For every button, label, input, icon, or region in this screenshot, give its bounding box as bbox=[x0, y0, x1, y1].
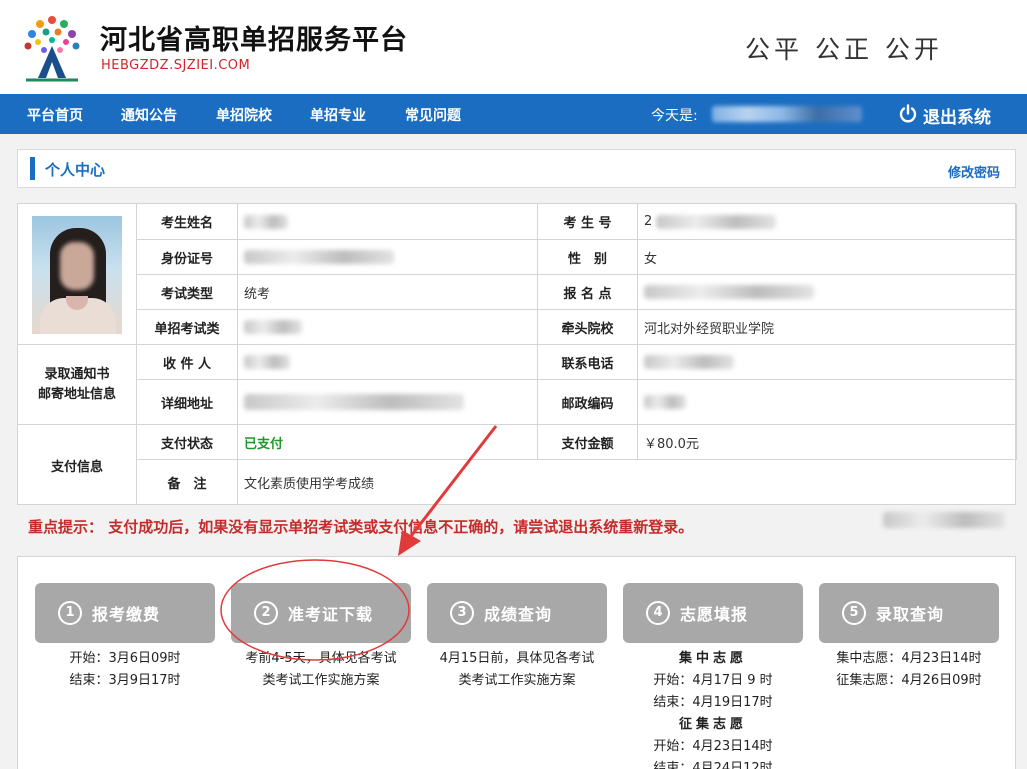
step-number-badge: 3 bbox=[450, 601, 474, 625]
step-label: 报考缴费 bbox=[92, 605, 161, 624]
process-steps-panel: 1 报考缴费 2 准考证下载 3 成绩查询 4 志愿填报 5 录取查询 开始：3… bbox=[17, 556, 1016, 769]
step-label: 准考证下载 bbox=[288, 605, 374, 624]
gender-value: 女 bbox=[638, 240, 1017, 275]
candidate-info-table: 考生姓名 考 生 号 2 身份证号 性 别 女 考试类型 统考 报 名 点 单招… bbox=[17, 203, 1017, 505]
nav-item-home[interactable]: 平台首页 bbox=[27, 105, 83, 125]
step-admission-ticket-button[interactable]: 2 准考证下载 bbox=[231, 583, 411, 643]
section-accent-bar bbox=[30, 157, 35, 180]
exam-type-label: 考试类型 bbox=[137, 275, 238, 310]
name-label: 考生姓名 bbox=[137, 204, 238, 240]
personal-center-title: 个人中心 bbox=[45, 161, 106, 179]
exam-category-label: 单招考试类 bbox=[137, 310, 238, 345]
remark-value: 文化素质使用学考成绩 bbox=[244, 477, 375, 492]
today-date-redacted bbox=[712, 106, 862, 122]
step-3-schedule: 4月15日前，具体见各考试 类考试工作实施方案 bbox=[439, 651, 595, 688]
step-5-schedule: 集中志愿：4月23日14时 征集志愿：4月26日09时 bbox=[836, 651, 982, 688]
step-label: 成绩查询 bbox=[484, 605, 553, 624]
step-label: 录取查询 bbox=[876, 605, 945, 624]
name-value bbox=[238, 204, 538, 240]
site-slogan: 公平 公正 公开 bbox=[745, 35, 943, 64]
exam-category-value bbox=[238, 310, 538, 345]
phone-label: 联系电话 bbox=[538, 345, 638, 380]
exam-type-value: 统考 bbox=[238, 275, 538, 310]
nav-item-faq[interactable]: 常见问题 bbox=[405, 105, 461, 125]
important-notice: 重点提示： 支付成功后，如果没有显示单招考试类或支付信息不正确的，请尝试退出系统… bbox=[28, 518, 694, 536]
nav-item-majors[interactable]: 单招专业 bbox=[310, 105, 366, 125]
step-number-badge: 1 bbox=[58, 601, 82, 625]
site-logo-icon bbox=[24, 16, 80, 82]
main-nav: 平台首页 通知公告 单招院校 单招专业 常见问题 今天是: 退出系统 bbox=[0, 94, 1027, 134]
step-number-badge: 4 bbox=[646, 601, 670, 625]
payment-section-label: 支付信息 bbox=[18, 425, 137, 505]
step-4-schedule: 集中志愿 开始：4月17日 9 时 结束：4月19日17时 征集志愿 开始：4月… bbox=[653, 651, 773, 769]
step-admission-query-button[interactable]: 5 录取查询 bbox=[819, 583, 999, 643]
change-password-link[interactable]: 修改密码 bbox=[948, 162, 1000, 181]
lead-college-label: 牵头院校 bbox=[538, 310, 638, 345]
step-score-query-button[interactable]: 3 成绩查询 bbox=[427, 583, 607, 643]
exam-number-value: 2 bbox=[638, 204, 1017, 240]
recipient-value bbox=[238, 345, 538, 380]
step-register-pay-button[interactable]: 1 报考缴费 bbox=[35, 583, 215, 643]
address-label: 详细地址 bbox=[137, 380, 238, 425]
photo-cell bbox=[18, 204, 137, 345]
site-title: 河北省高职单招服务平台 bbox=[100, 25, 408, 56]
nav-item-notices[interactable]: 通知公告 bbox=[121, 105, 177, 125]
lead-college-value: 河北对外经贸职业学院 bbox=[638, 310, 1017, 345]
nav-item-colleges[interactable]: 单招院校 bbox=[216, 105, 272, 125]
step-number-badge: 2 bbox=[254, 601, 278, 625]
logout-label: 退出系统 bbox=[923, 108, 991, 128]
watermark-redacted bbox=[883, 512, 1005, 528]
payment-status-value: 已支付 bbox=[238, 425, 538, 460]
step-volunteer-fill-button[interactable]: 4 志愿填报 bbox=[623, 583, 803, 643]
id-number-value bbox=[238, 240, 538, 275]
phone-value bbox=[638, 345, 1017, 380]
mail-address-section-label: 录取通知书 邮寄地址信息 bbox=[18, 345, 137, 425]
candidate-photo bbox=[32, 216, 122, 334]
payment-amount-label: 支付金额 bbox=[538, 425, 638, 460]
exam-number-label: 考 生 号 bbox=[538, 204, 638, 240]
power-icon bbox=[899, 104, 917, 123]
gender-label: 性 别 bbox=[538, 240, 638, 275]
step-1-schedule: 开始：3月6日09时 结束：3月9日17时 bbox=[69, 651, 181, 688]
address-value bbox=[238, 380, 538, 425]
step-2-schedule: 考前4-5天，具体见各考试 类考试工作实施方案 bbox=[245, 651, 397, 688]
site-url: HEBGZDZ.SJZIEI.COM bbox=[101, 58, 251, 73]
id-number-label: 身份证号 bbox=[137, 240, 238, 275]
registration-site-label: 报 名 点 bbox=[538, 275, 638, 310]
personal-center-bar: 个人中心 修改密码 bbox=[17, 149, 1016, 188]
step-label: 志愿填报 bbox=[680, 605, 749, 624]
today-label: 今天是: bbox=[651, 108, 698, 124]
postcode-value bbox=[638, 380, 1017, 425]
site-header: 河北省高职单招服务平台 HEBGZDZ.SJZIEI.COM 公平 公正 公开 bbox=[0, 0, 1027, 94]
remark-label: 备 注 bbox=[137, 460, 238, 505]
payment-status-label: 支付状态 bbox=[137, 425, 238, 460]
recipient-label: 收 件 人 bbox=[137, 345, 238, 380]
step-number-badge: 5 bbox=[842, 601, 866, 625]
postcode-label: 邮政编码 bbox=[538, 380, 638, 425]
registration-site-value bbox=[638, 275, 1017, 310]
payment-amount-value: ￥80.0元 bbox=[638, 425, 1017, 460]
